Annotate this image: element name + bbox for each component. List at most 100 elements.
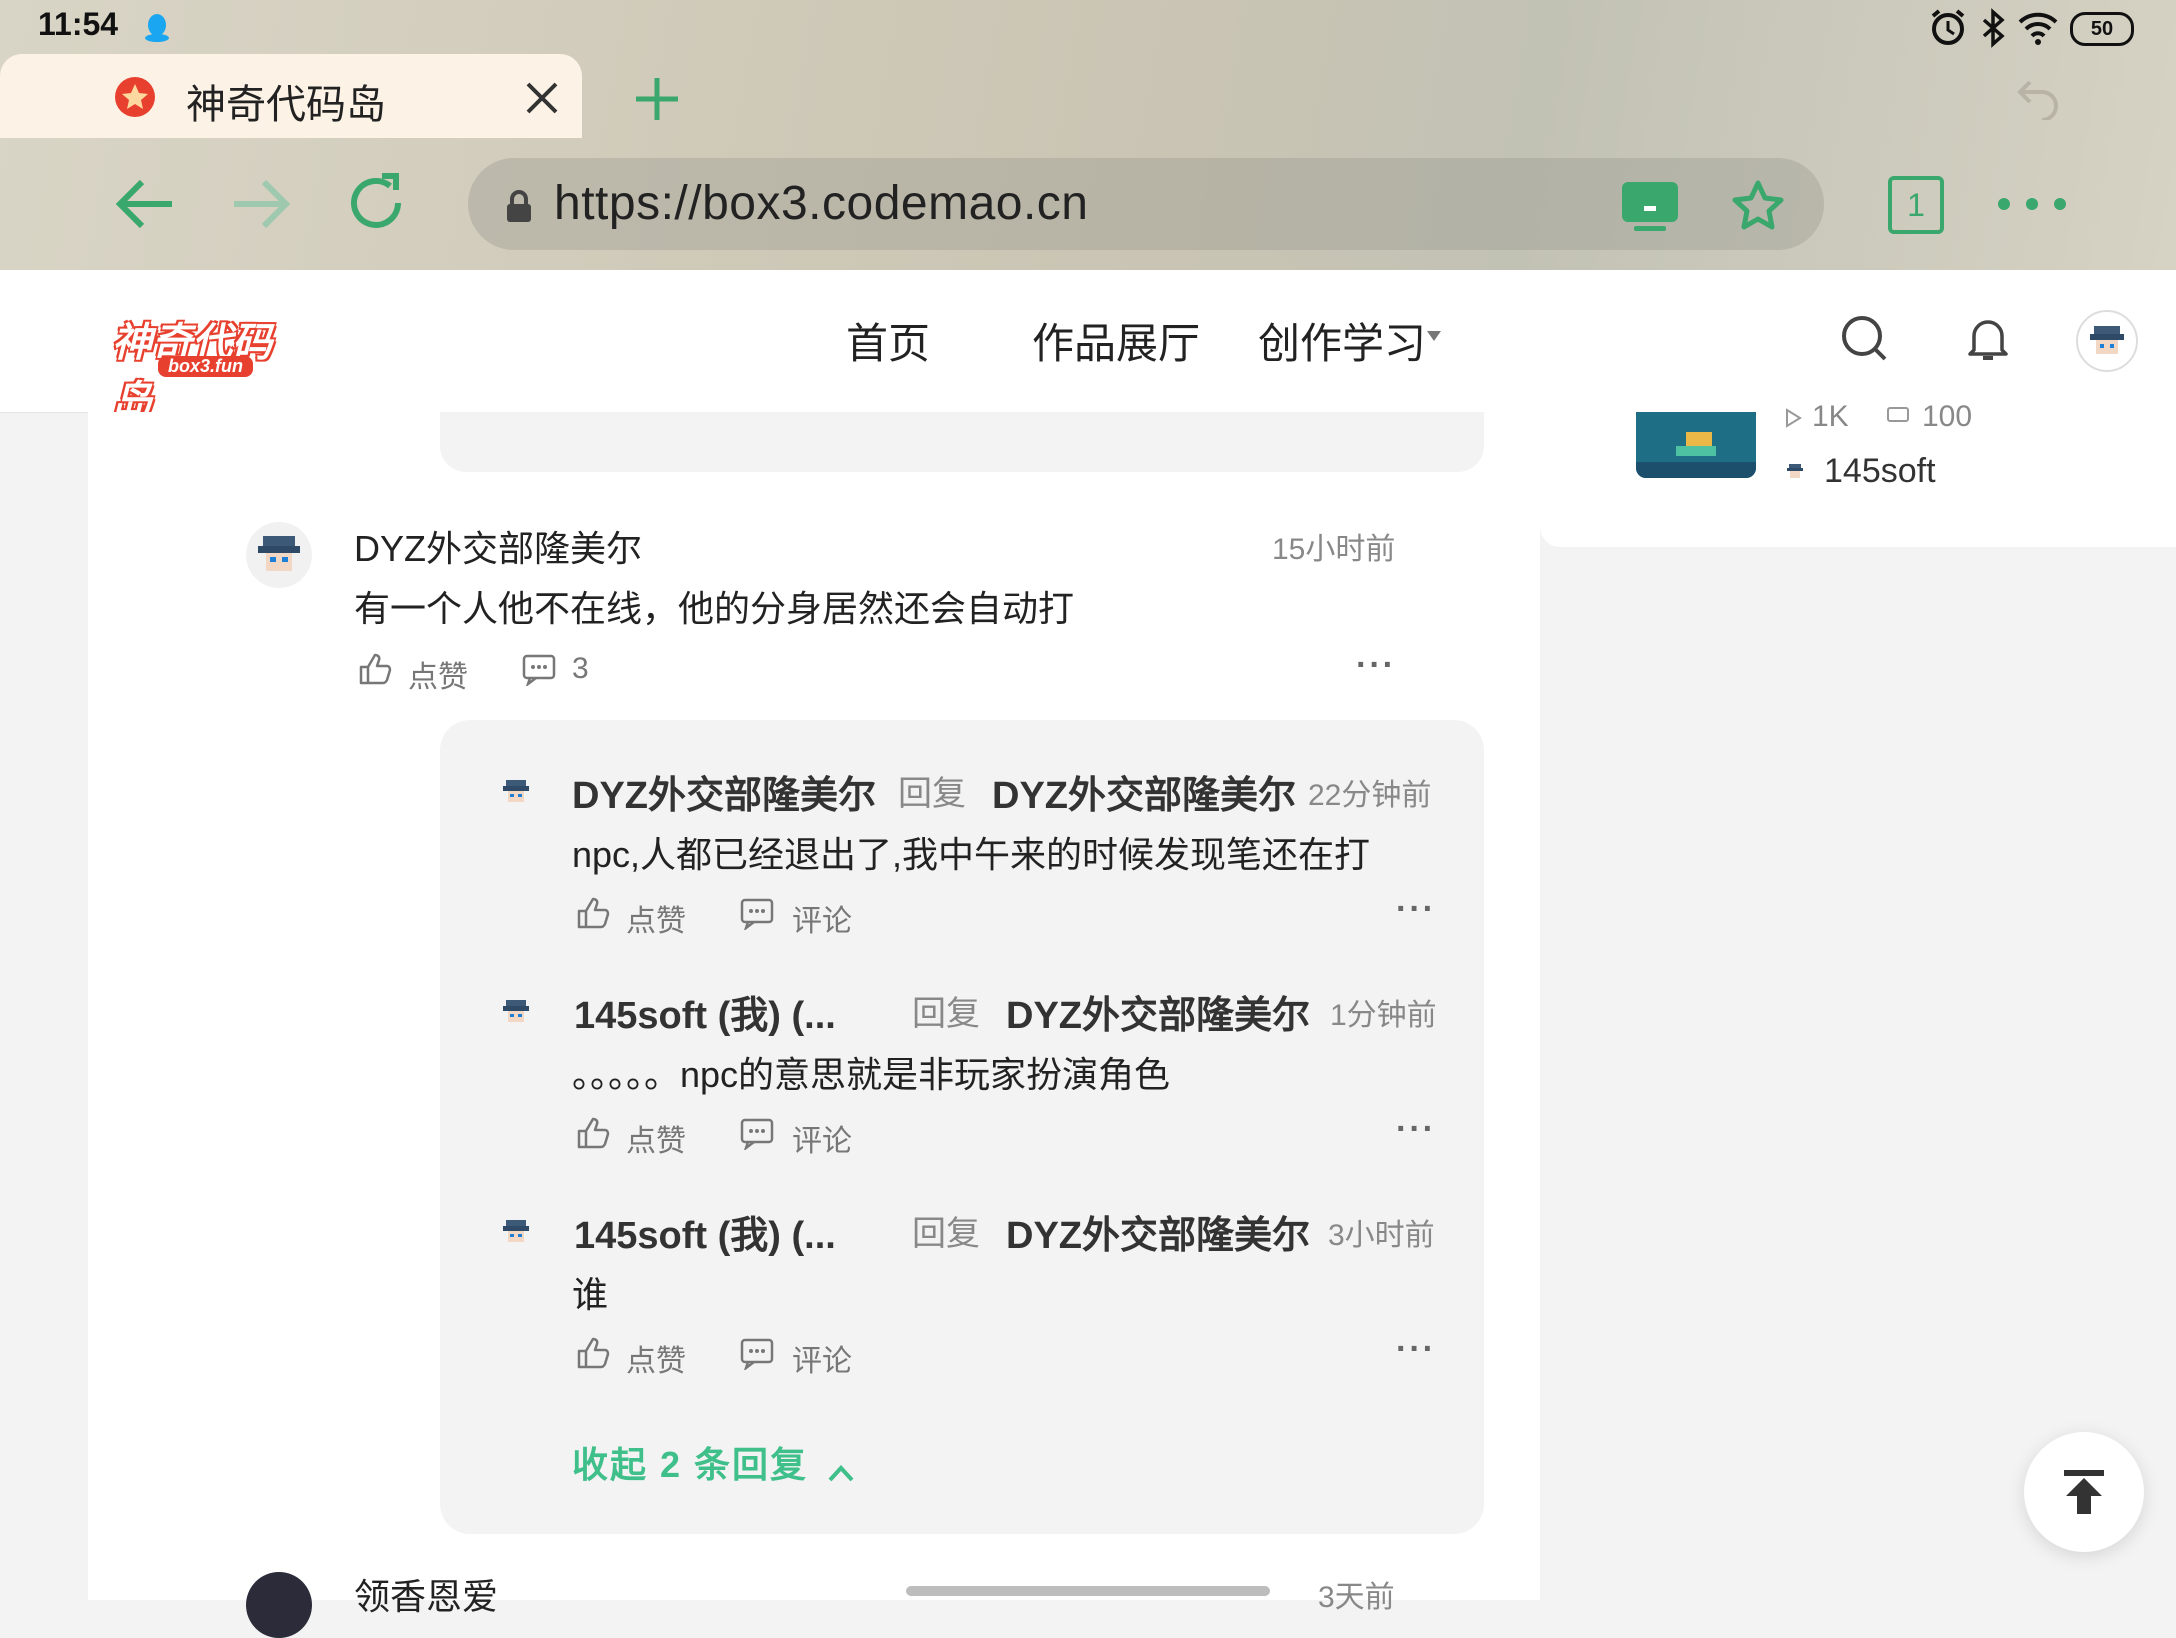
- bookmark-star-icon[interactable]: [1730, 178, 1786, 234]
- site-logo[interactable]: 神奇代码岛 box3.fun: [111, 310, 304, 424]
- reply-word: 回复: [898, 775, 966, 813]
- commenter-avatar[interactable]: [246, 522, 312, 588]
- comment-icon[interactable]: [740, 1338, 774, 1370]
- reply-item: 145soft (我) (... 回复 DYZ外交部隆美尔 3小时前 谁 点赞 …: [440, 1160, 1484, 1380]
- reply-target[interactable]: DYZ外交部隆美尔: [992, 764, 1296, 819]
- qq-icon: [145, 14, 169, 42]
- arrow-up-to-top-icon: [2064, 1470, 2104, 1514]
- reply-avatar[interactable]: [496, 772, 536, 812]
- nav-learn[interactable]: 创作学习: [1258, 310, 1426, 371]
- collapse-label: 收起 2 条回复: [572, 1444, 809, 1485]
- reply-author[interactable]: 145soft (我) (...: [574, 984, 836, 1039]
- reply-target[interactable]: DYZ外交部隆美尔: [1006, 984, 1310, 1039]
- reply-text: 谁: [572, 1274, 609, 1315]
- logo-subtext: box3.fun: [158, 356, 253, 377]
- comment-label[interactable]: 评论: [792, 1116, 852, 1160]
- forward-arrow-icon[interactable]: [230, 176, 294, 232]
- reply-target[interactable]: DYZ外交部隆美尔: [1006, 1204, 1310, 1259]
- back-arrow-icon[interactable]: [112, 176, 176, 232]
- browser-chrome: 11:54 50 神奇代码岛 https://box3.codemao.cn 1: [0, 0, 2176, 270]
- desktop-mode-icon[interactable]: [1620, 180, 1680, 232]
- new-tab-button[interactable]: [632, 74, 682, 124]
- status-time: 11:54: [38, 6, 119, 42]
- bell-icon[interactable]: [1964, 314, 2012, 364]
- comment-author[interactable]: 领香恩爱: [354, 1568, 498, 1620]
- like-label[interactable]: 点赞: [626, 1116, 686, 1160]
- battery-level: 50: [2090, 18, 2114, 40]
- wifi-icon: [2018, 12, 2058, 45]
- thumbs-up-icon[interactable]: [576, 1336, 610, 1370]
- site-favicon: [115, 77, 155, 117]
- reply-time: 1分钟前: [1330, 999, 1437, 1032]
- undo-icon[interactable]: [2016, 72, 2064, 120]
- nav-home[interactable]: 首页: [846, 310, 930, 371]
- comment-icon[interactable]: [522, 654, 556, 686]
- reply-item: DYZ外交部隆美尔 回复 DYZ外交部隆美尔 22分钟前 npc,人都已经退出了…: [440, 720, 1484, 940]
- comment-time: 3天前: [1318, 1581, 1395, 1614]
- comment-count: 100: [1922, 400, 1973, 433]
- reply-count[interactable]: 3: [572, 652, 589, 686]
- like-label[interactable]: 点赞: [626, 1336, 686, 1380]
- reload-icon[interactable]: [344, 170, 410, 236]
- back-to-top-button[interactable]: [2024, 1432, 2144, 1552]
- reply-time: 22分钟前: [1308, 779, 1432, 812]
- thumbs-up-icon[interactable]: [576, 896, 610, 930]
- browser-tab[interactable]: 神奇代码岛: [0, 54, 582, 138]
- status-bar: 11:54 50: [0, 0, 2176, 54]
- bluetooth-icon: [1982, 8, 2005, 48]
- tab-switcher-button[interactable]: 1: [1888, 176, 1944, 234]
- collapse-replies-button[interactable]: 收起 2 条回复: [572, 1436, 856, 1486]
- reply-item: 145soft (我) (... 回复 DYZ外交部隆美尔 1分钟前 。。。。。…: [440, 940, 1484, 1160]
- comment-icon[interactable]: [740, 1118, 774, 1150]
- view-count: 1K: [1812, 400, 1849, 433]
- comment-author[interactable]: DYZ外交部隆美尔: [354, 520, 642, 572]
- horizontal-scrollbar[interactable]: [906, 1586, 1270, 1596]
- reply-more-button[interactable]: ···: [1396, 1110, 1436, 1149]
- menu-more-icon[interactable]: [1996, 196, 2068, 212]
- author-name[interactable]: 145soft: [1824, 452, 1936, 491]
- lock-icon: [507, 190, 531, 222]
- browser-toolbar: https://box3.codemao.cn 1: [0, 138, 2176, 270]
- reply-text: 。。。。。npc的意思就是非玩家扮演角色: [572, 1054, 1171, 1095]
- work-thumbnail[interactable]: [1636, 412, 1756, 478]
- previous-reply-box: [440, 412, 1484, 472]
- reply-time: 3小时前: [1328, 1219, 1435, 1252]
- dropdown-caret-icon[interactable]: [1426, 330, 1442, 342]
- close-tab-icon[interactable]: [522, 78, 562, 118]
- comment-section: DYZ外交部隆美尔 15小时前 有一个人他不在线，他的分身居然还会自动打 点赞 …: [88, 412, 1540, 1638]
- tab-title: 神奇代码岛: [186, 83, 386, 127]
- comment-icon[interactable]: [740, 898, 774, 930]
- alarm-icon: [1931, 9, 1965, 45]
- thumbs-up-icon[interactable]: [358, 652, 392, 686]
- nav-gallery[interactable]: 作品展厅: [1032, 310, 1200, 371]
- comment-count-icon: [1887, 407, 1909, 422]
- sidebar-card[interactable]: 1K 100 145soft: [1540, 400, 2176, 547]
- like-label[interactable]: 点赞: [626, 896, 686, 940]
- search-icon[interactable]: [1840, 314, 1890, 364]
- play-count-icon: [1786, 408, 1802, 428]
- comment-label[interactable]: 评论: [792, 896, 852, 940]
- reply-more-button[interactable]: ···: [1396, 1330, 1436, 1369]
- battery-indicator: 50: [2070, 12, 2134, 46]
- thumbs-up-icon[interactable]: [576, 1116, 610, 1150]
- like-label[interactable]: 点赞: [408, 652, 468, 696]
- reply-author[interactable]: 145soft (我) (...: [574, 1204, 836, 1259]
- reply-more-button[interactable]: ···: [1396, 890, 1436, 929]
- commenter-avatar[interactable]: [246, 1572, 312, 1638]
- reply-avatar[interactable]: [496, 992, 536, 1032]
- address-bar[interactable]: https://box3.codemao.cn: [468, 158, 1824, 250]
- tab-count: 1: [1907, 187, 1925, 223]
- comment-more-button[interactable]: ···: [1356, 646, 1396, 685]
- user-avatar[interactable]: [2076, 310, 2138, 372]
- chevron-up-icon: [829, 1464, 854, 1482]
- reply-word: 回复: [912, 1215, 980, 1253]
- comment-time: 15小时前: [1272, 533, 1396, 566]
- reply-word: 回复: [912, 995, 980, 1033]
- comment-label[interactable]: 评论: [792, 1336, 852, 1380]
- reply-author[interactable]: DYZ外交部隆美尔: [572, 764, 876, 819]
- site-header: 神奇代码岛 box3.fun 首页 作品展厅 创作学习: [0, 270, 2176, 424]
- author-avatar-icon: [1787, 464, 1803, 478]
- comment-text: 有一个人他不在线，他的分身居然还会自动打: [354, 588, 1075, 629]
- reply-text: npc,人都已经退出了,我中午来的时候发现笔还在打: [572, 834, 1371, 875]
- reply-avatar[interactable]: [496, 1212, 536, 1252]
